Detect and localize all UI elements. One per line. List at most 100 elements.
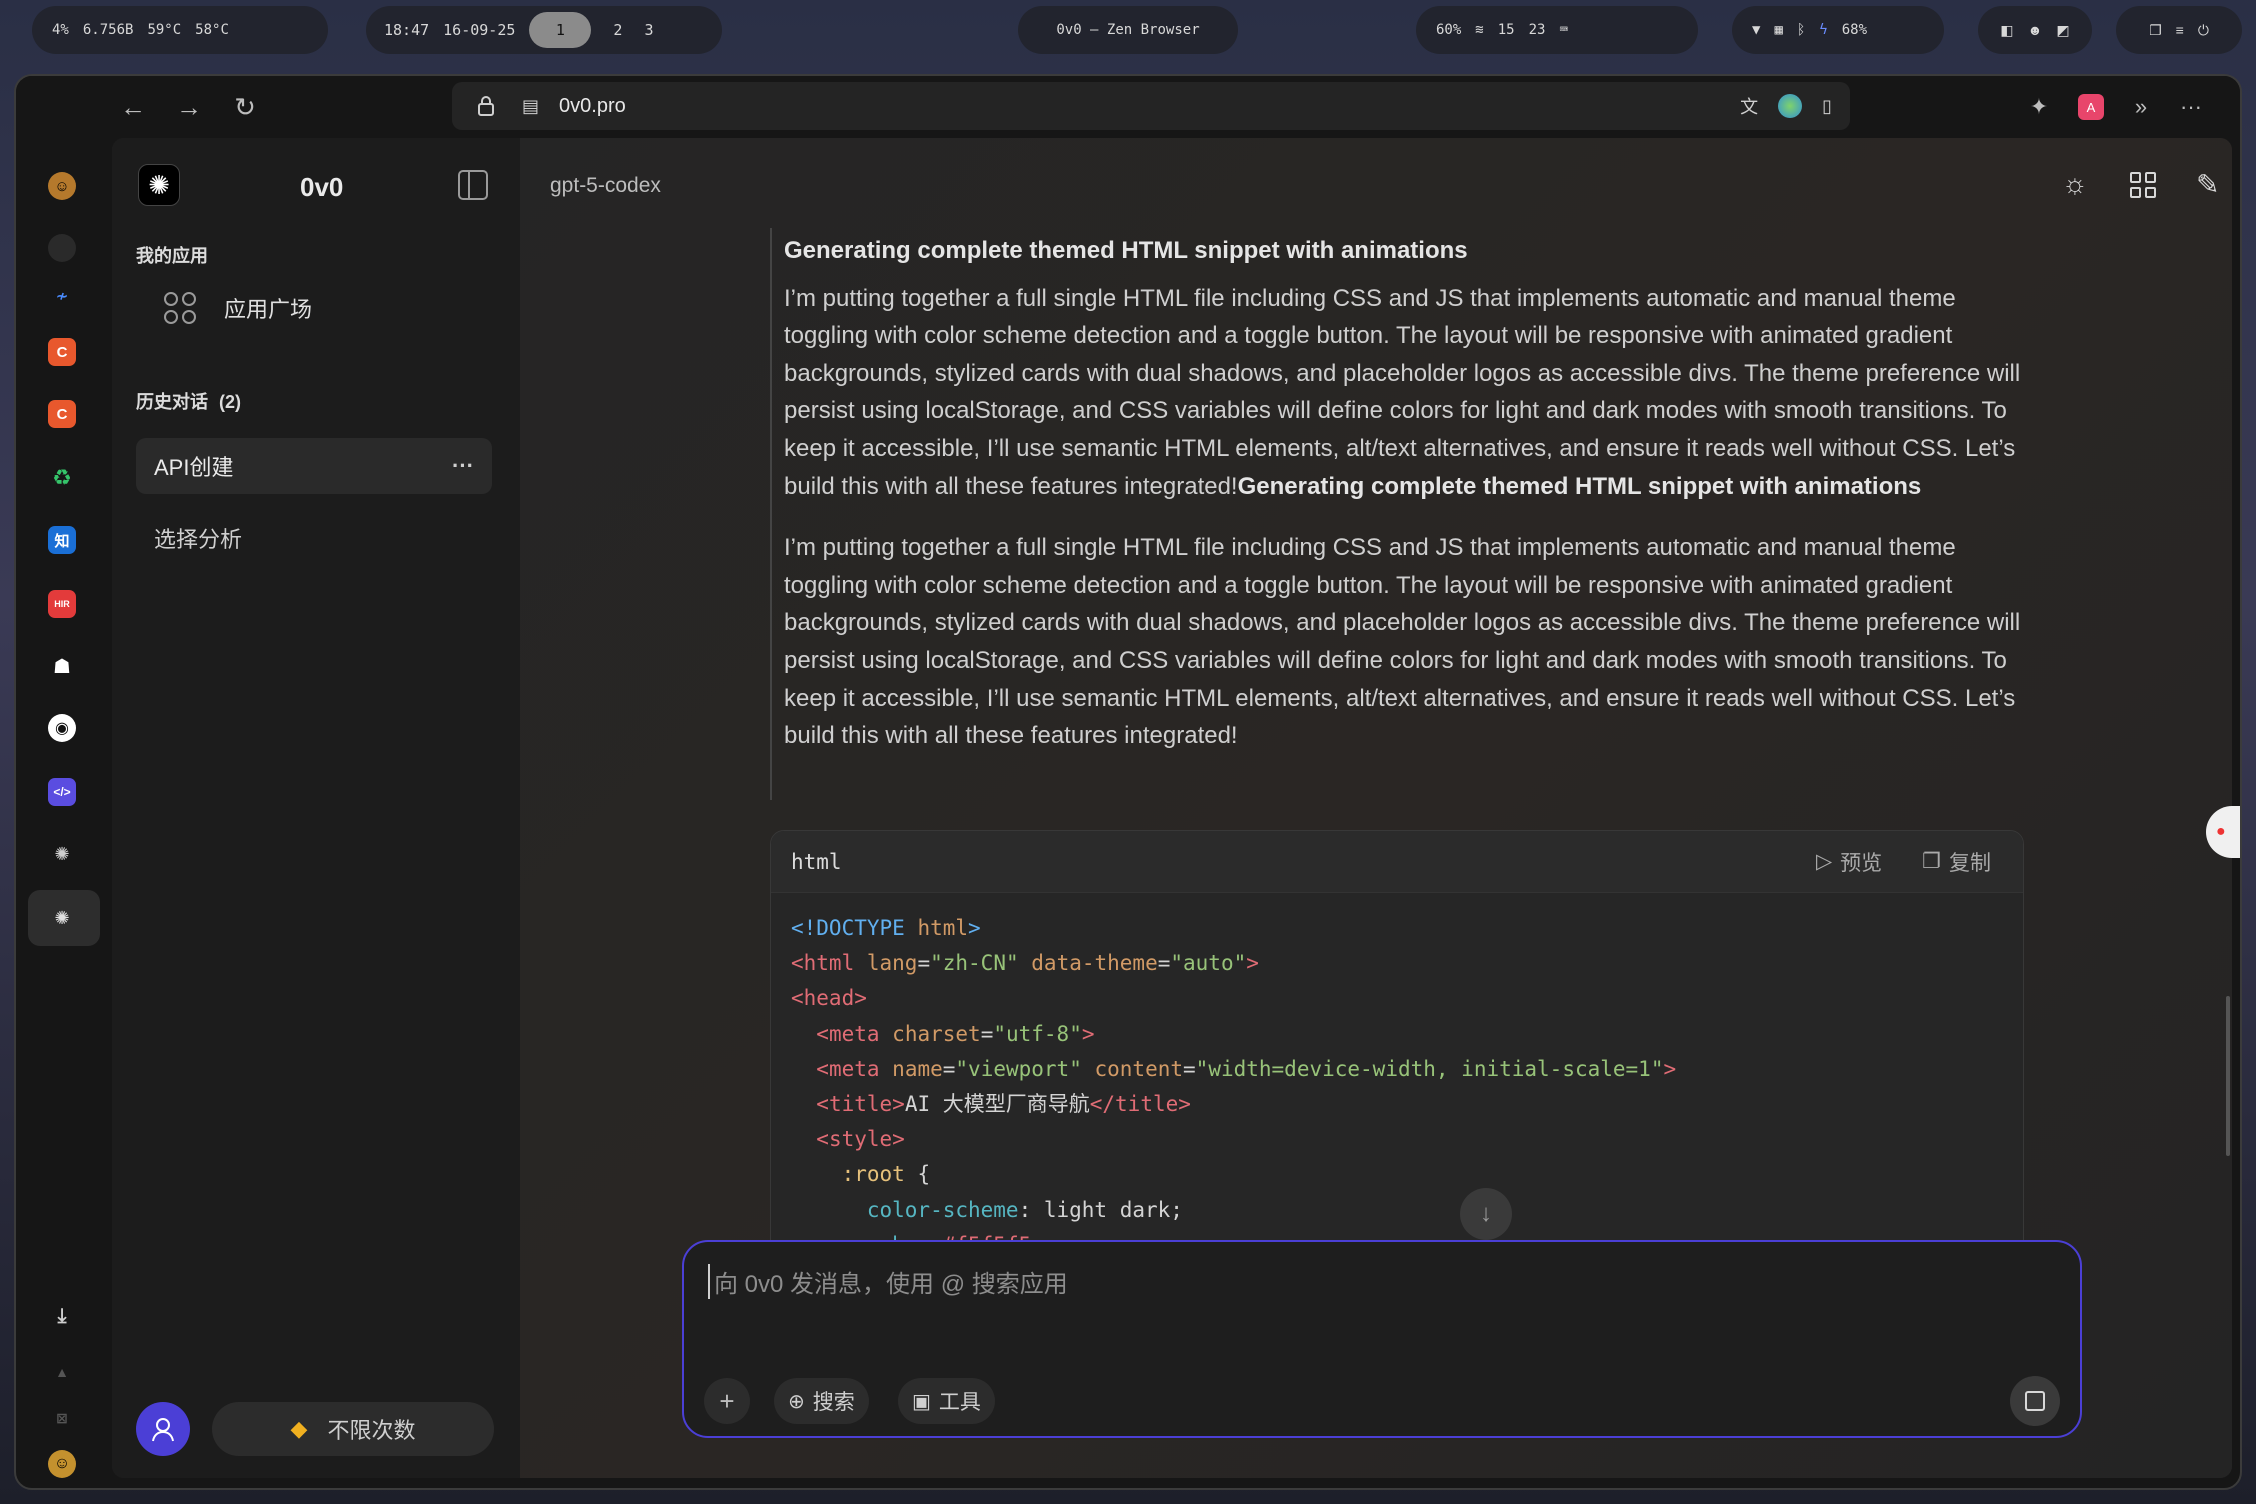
tab-icon[interactable]: ≁ (48, 282, 76, 310)
history-count: (2) (219, 392, 242, 412)
menu-icon[interactable]: ≡ (2176, 22, 2184, 38)
apps-grid-button-icon[interactable] (2130, 172, 2156, 198)
ghost-tab-icon[interactable]: ☗ (48, 652, 76, 680)
c-app-tab-icon[interactable]: C (48, 400, 76, 428)
app-plaza-item[interactable]: 应用广场 (136, 278, 496, 338)
new-chat-edit-icon[interactable]: ✎ (2196, 168, 2219, 201)
openai-tab-icon[interactable]: ✺ (48, 840, 76, 868)
brightness-stat: 60% (1436, 22, 1462, 38)
tray-pill: ▼ ▦ ᛒ ϟ 68% (1732, 6, 1944, 54)
cpu-stat: 4% (52, 22, 69, 38)
emoji-tab-icon[interactable]: ☺ (48, 1450, 76, 1478)
tray-app-icon[interactable]: ◩ (2056, 22, 2069, 39)
battery-stat: 68% (1841, 22, 1868, 38)
model-name[interactable]: gpt-5-codex (550, 174, 661, 198)
app-sidebar: ✺ 0v0 我的应用 应用广场 历史对话 (2) API创建 ··· 选择分析 … (112, 138, 520, 1478)
tab-icon[interactable]: HIR (48, 590, 76, 618)
translate-icon[interactable]: 文 (1740, 93, 1758, 119)
stop-button[interactable] (2010, 1376, 2060, 1426)
system-status-bar: 4% 6.756B 59°C 58°C 18:47 16-09-25 1 2 3… (0, 0, 2256, 60)
bluetooth-icon[interactable]: ᛒ (1797, 22, 1805, 38)
bookmark-icon[interactable]: ▯ (1822, 96, 1832, 117)
app-content: ✺ 0v0 我的应用 应用广场 历史对话 (2) API创建 ··· 选择分析 … (112, 138, 2232, 1478)
conversation-title: 选择分析 (154, 527, 243, 552)
translate-extension-icon[interactable]: A (2074, 90, 2108, 124)
tab-icon[interactable]: ▲ (48, 1358, 76, 1386)
extensions-icon[interactable]: ✦ (2022, 90, 2056, 124)
qr-icon[interactable]: ▦ (1774, 22, 1782, 38)
cpu-temp-stat: 59°C (147, 22, 182, 38)
openai-logo-icon: ✺ (138, 164, 180, 206)
copy-button[interactable]: ❐ 复制 (1922, 847, 1991, 877)
search-toggle-label: 搜索 (812, 1391, 855, 1414)
conversation-title: API创建 (154, 455, 234, 480)
recycle-tab-icon[interactable]: ♻ (48, 464, 76, 492)
apps-grid-icon (164, 292, 196, 324)
user-avatar[interactable] (136, 1402, 190, 1456)
add-attachment-plus-icon[interactable]: + (704, 1378, 750, 1424)
theme-toggle-sun-icon[interactable]: ☼ (2062, 168, 2088, 200)
history-heading-label: 历史对话 (136, 392, 208, 412)
tools-toggle[interactable]: ▣ 工具 (898, 1378, 995, 1424)
clipboard-icon[interactable]: ❐ (2149, 22, 2162, 39)
power-icon[interactable]: ⏻ (2198, 22, 2209, 39)
tray-apps-pill: ◧ ☻ ◩ (1978, 6, 2092, 54)
tab-icon[interactable]: ⊠ (48, 1404, 76, 1432)
system-stats-pill: 4% 6.756B 59°C 58°C (32, 6, 328, 54)
url-text[interactable]: 0v0.pro (559, 95, 626, 118)
history-heading: 历史对话 (2) (136, 388, 241, 414)
extension-globe-icon[interactable] (1778, 94, 1803, 118)
url-bar[interactable]: ▤ 0v0.pro 文 ▯ (452, 82, 1850, 130)
conversation-item[interactable]: 选择分析 (136, 510, 492, 566)
bolt-icon: ϟ (1819, 22, 1828, 38)
c-app-tab-icon[interactable]: C (48, 338, 76, 366)
lock-icon[interactable] (474, 94, 498, 118)
back-arrow-icon[interactable]: ← (116, 90, 150, 124)
message-input[interactable]: 向 0v0 发消息，使用 @ 搜索应用 (708, 1264, 1068, 1299)
discord-icon[interactable]: ☻ (2028, 22, 2043, 38)
preview-label: 预览 (1840, 851, 1883, 875)
code-language: html (791, 849, 842, 874)
openai-tab-icon[interactable]: ✺ (48, 904, 76, 932)
scroll-down-button[interactable]: ↓ (1460, 1188, 1512, 1240)
collapse-sidebar-icon[interactable] (458, 170, 488, 200)
zhihu-tab-icon[interactable]: 知 (48, 526, 76, 554)
workspace-2[interactable]: 2 (605, 21, 630, 39)
copy-label: 复制 (1949, 851, 1991, 875)
site-info-icon[interactable]: ▤ (522, 96, 539, 117)
my-apps-heading: 我的应用 (136, 246, 208, 266)
forward-arrow-icon[interactable]: → (172, 90, 206, 124)
tools-toggle-label: 工具 (938, 1391, 981, 1414)
tab-icon[interactable] (48, 234, 76, 262)
conversation-more-icon[interactable]: ··· (452, 453, 474, 479)
plan-button[interactable]: ◆ 不限次数 (212, 1402, 494, 1456)
download-icon[interactable]: ⤓ (48, 1302, 76, 1330)
window-title: 0v0 — Zen Browser (1056, 22, 1200, 38)
tab-icon[interactable]: </> (48, 778, 76, 806)
browser-toolbar: ← → ↻ ▤ 0v0.pro 文 ▯ ✦ A » ··· (16, 76, 2240, 138)
keyboard-icon: ⌨ (1559, 22, 1568, 38)
power-pill: ❐ ≡ ⏻ (2116, 6, 2242, 54)
globe-icon: ⊕ (788, 1390, 805, 1413)
gpu-temp-stat: 58°C (195, 22, 229, 38)
clock-time: 18:47 (384, 21, 430, 39)
more-icon[interactable]: ··· (2174, 90, 2208, 124)
conversation-item-active[interactable]: API创建 ··· (136, 438, 492, 494)
emoji-tab-icon[interactable]: ☺ (48, 172, 76, 200)
github-icon[interactable]: ◉ (48, 714, 76, 742)
workspace-1[interactable]: 1 (529, 12, 592, 48)
overflow-chevron-icon[interactable]: » (2124, 90, 2158, 124)
active-window-pill: 0v0 — Zen Browser (1018, 6, 1238, 54)
tools-icon: ▣ (912, 1390, 931, 1413)
reasoning-title: Generating complete themed HTML snippet … (784, 237, 1468, 264)
scrollbar[interactable] (2226, 996, 2230, 1156)
reload-icon[interactable]: ↻ (228, 90, 262, 124)
copy-icon: ❐ (1922, 850, 1941, 873)
search-toggle[interactable]: ⊕ 搜索 (774, 1378, 869, 1424)
workspace-3[interactable]: 3 (644, 21, 653, 39)
chat-main: gpt-5-codex ☼ ✎ Generating complete them… (520, 138, 2232, 1478)
wifi-tray-icon[interactable]: ▼ (1752, 22, 1760, 38)
preview-button[interactable]: ▷ 预览 (1816, 847, 1882, 877)
tray-app-icon[interactable]: ◧ (2000, 22, 2013, 39)
paragraph-bold-title: Generating complete themed HTML snippet … (1237, 472, 1922, 500)
